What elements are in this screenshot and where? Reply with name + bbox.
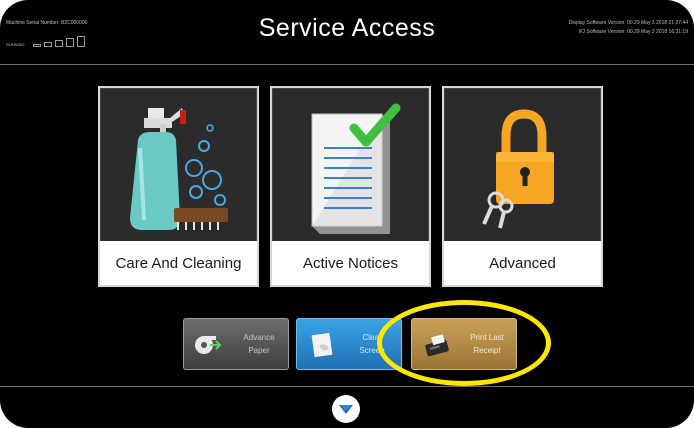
home-chevron-icon[interactable]	[332, 395, 360, 423]
checklist-icon	[272, 88, 429, 241]
care-and-cleaning-tile[interactable]: Care And Cleaning	[98, 86, 259, 287]
service-access-screen: Machine Serial Number: B2C000000 RUNNING…	[0, 0, 694, 428]
display-software-version: Display Software Version: 00.29 May 3 20…	[568, 20, 688, 26]
tile-label: Active Notices	[272, 241, 429, 285]
active-notices-tile[interactable]: Active Notices	[270, 86, 431, 287]
spray-bottle-icon	[100, 88, 257, 241]
advanced-tile[interactable]: Advanced	[442, 86, 603, 287]
tile-label: Care And Cleaning	[100, 241, 257, 285]
header-divider	[0, 64, 694, 65]
software-versions: Display Software Version: 00.29 May 3 20…	[569, 19, 688, 37]
footer-divider	[0, 386, 694, 387]
signal-bar-icon	[32, 44, 41, 47]
clear-screen-icon	[311, 332, 333, 358]
advance-paper-label: Advance Paper	[243, 333, 275, 355]
padlock-icon	[444, 88, 601, 241]
yellow-highlight-circle	[377, 300, 551, 386]
header-bar: Machine Serial Number: B2C000000 RUNNING…	[0, 0, 694, 64]
io-software-version: I/O Software Version: 00.29 May 3 2018 1…	[578, 29, 688, 35]
advance-paper-button[interactable]: Advance Paper	[183, 318, 289, 370]
paper-roll-icon	[195, 336, 222, 354]
tile-label: Advanced	[444, 241, 601, 285]
